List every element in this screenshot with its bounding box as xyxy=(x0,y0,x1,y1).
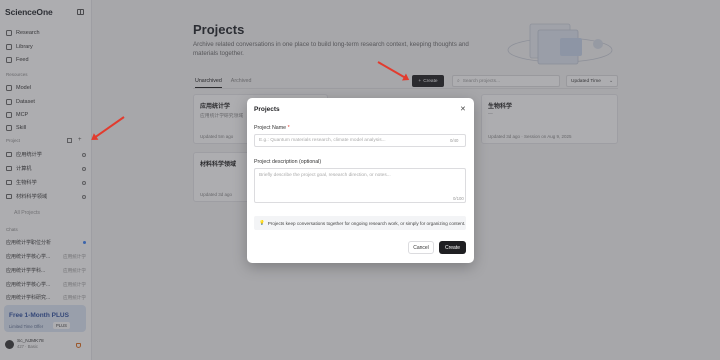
create-project-dialog: Projects ✕ Project Name * E.g.: Quantum … xyxy=(247,98,474,263)
info-note: 💡 Projects keep conversations together fo… xyxy=(254,216,466,230)
lightbulb-icon: 💡 xyxy=(259,220,265,225)
project-description-input[interactable]: Briefly describe the project goal, resea… xyxy=(254,168,466,203)
close-icon[interactable]: ✕ xyxy=(460,105,466,113)
project-description-label: Project description (optional) xyxy=(254,159,322,165)
project-name-input[interactable]: E.g.: Quantum materials research, climat… xyxy=(254,134,466,147)
create-button[interactable]: Create xyxy=(439,241,466,254)
project-name-label: Project Name * xyxy=(254,125,290,131)
name-char-count: 0/40 xyxy=(450,138,459,143)
cancel-button[interactable]: Cancel xyxy=(408,241,434,254)
description-char-count: 0/100 xyxy=(453,196,464,201)
required-marker: * xyxy=(287,125,290,131)
dialog-title: Projects xyxy=(254,106,280,113)
